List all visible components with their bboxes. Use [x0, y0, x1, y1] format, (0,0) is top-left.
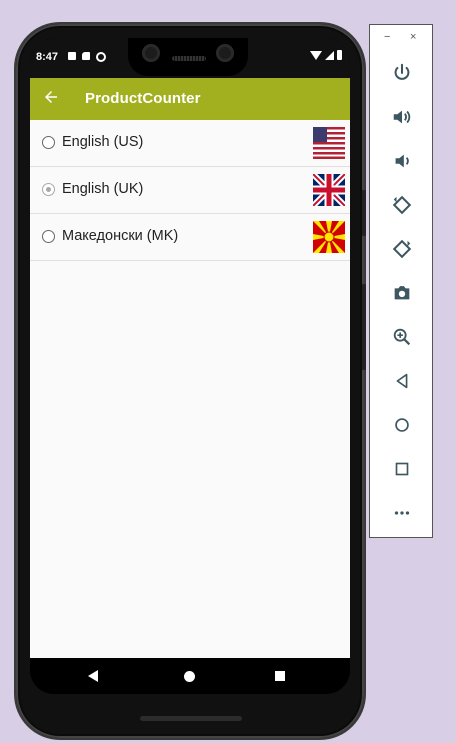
radio-button-selected[interactable] [42, 183, 55, 196]
volume-down-icon[interactable] [390, 149, 414, 173]
front-camera-left-icon [142, 44, 160, 62]
app-bar: ProductCounter [30, 78, 350, 120]
radio-button[interactable] [42, 230, 55, 243]
home-icon[interactable] [390, 413, 414, 437]
signal-icon [325, 50, 334, 60]
back-icon[interactable] [390, 369, 414, 393]
language-label: English (UK) [62, 181, 144, 197]
power-icon[interactable] [390, 61, 414, 85]
camera-icon[interactable] [390, 281, 414, 305]
rotate-right-icon[interactable] [390, 237, 414, 261]
overview-icon[interactable] [390, 457, 414, 481]
system-nav-bar [30, 658, 350, 694]
back-triangle-icon[interactable] [88, 670, 98, 682]
language-list: English (US) English (UK) Македонски (MK… [30, 120, 350, 658]
arrow-left-icon[interactable] [42, 88, 60, 106]
language-label: English (US) [62, 134, 144, 150]
at-sign-icon [96, 52, 106, 62]
wifi-icon [310, 50, 322, 60]
phone-volume-button [362, 284, 366, 370]
device-screen: 8:47 ProductCounter English (US) English… [30, 38, 350, 694]
us-flag-icon [313, 127, 345, 159]
phone-power-button [362, 190, 366, 236]
radio-button[interactable] [42, 136, 55, 149]
language-option-en-uk[interactable]: English (UK) [30, 167, 350, 214]
status-notification-icons [68, 52, 106, 62]
language-label: Македонски (MK) [62, 228, 179, 244]
zoom-icon[interactable] [390, 325, 414, 349]
close-button[interactable]: × [410, 31, 416, 43]
language-option-mk[interactable]: Македонски (MK) [30, 214, 350, 261]
minimize-button[interactable]: − [384, 31, 390, 43]
battery-icon [337, 50, 342, 60]
phone-chin-pill [140, 716, 242, 721]
recents-square-icon[interactable] [275, 671, 285, 681]
status-system-icons [310, 50, 342, 60]
status-bar: 8:47 [30, 38, 350, 78]
status-time: 8:47 [36, 51, 59, 63]
notification-square-icon [68, 52, 76, 60]
mk-flag-icon [313, 221, 345, 253]
emulator-toolbar: − × [369, 24, 433, 538]
home-circle-icon[interactable] [184, 671, 195, 682]
volume-up-icon[interactable] [390, 105, 414, 129]
earpiece-speaker [172, 56, 206, 61]
camera-notch [128, 38, 248, 76]
uk-flag-icon [313, 174, 345, 206]
front-camera-right-icon [216, 44, 234, 62]
language-option-en-us[interactable]: English (US) [30, 120, 350, 167]
rotate-left-icon[interactable] [390, 193, 414, 217]
more-icon[interactable] [390, 501, 414, 525]
sd-card-icon [82, 52, 90, 60]
page-title: ProductCounter [85, 90, 201, 107]
